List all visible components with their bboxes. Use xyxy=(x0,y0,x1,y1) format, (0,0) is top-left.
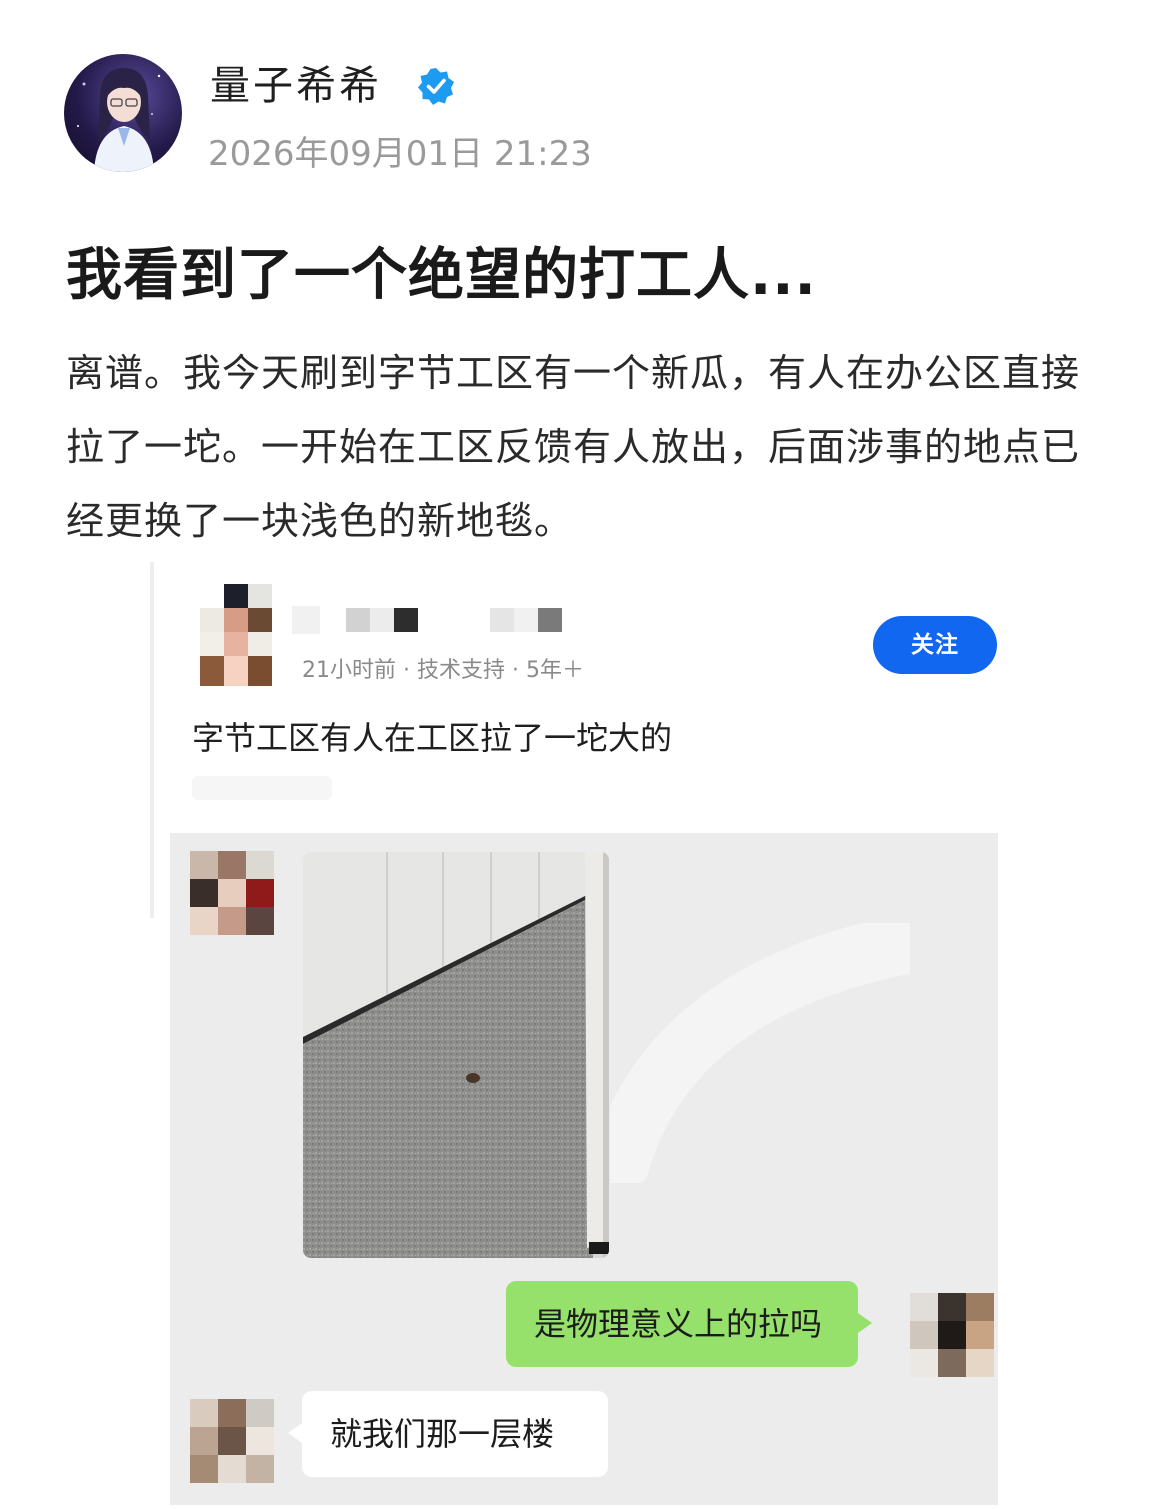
embed-post-text: 字节工区有人在工区拉了一坨大的 xyxy=(192,719,673,757)
post-body: 离谱。我今天刷到字节工区有一个新瓜，有人在办公区直接拉了一坨。一开始在工区反馈有… xyxy=(66,351,1081,543)
author-avatar[interactable] xyxy=(64,54,182,172)
embed-post-meta: 21小时前 · 技术支持 · 5年＋ xyxy=(302,658,584,683)
post-title: 我看到了一个绝望的打工人... xyxy=(66,243,817,308)
embed-divider xyxy=(150,562,154,918)
post-timestamp: 2026年09月01日 21:23 xyxy=(208,134,592,174)
verified-badge-icon xyxy=(418,68,454,105)
embed-blurred-line xyxy=(192,776,332,800)
chat-message-right: 是物理意义上的拉吗 xyxy=(506,1281,872,1367)
chat-photo-office-floor[interactable] xyxy=(303,852,609,1258)
follow-button[interactable]: 关注 xyxy=(873,616,997,674)
chat-screenshot: 是物理意义上的拉吗 就我们那一层楼 xyxy=(170,833,998,1505)
chat-message-left: 就我们那一层楼 xyxy=(288,1391,608,1477)
chat-avatar-left-2 xyxy=(190,1399,276,1485)
chat-avatar-left-1 xyxy=(190,851,276,935)
chat-avatar-right xyxy=(910,1293,996,1377)
embed-username-blurred xyxy=(292,606,572,634)
image-smudge xyxy=(610,923,910,1183)
author-name[interactable]: 量子希希 xyxy=(210,58,382,114)
embed-user-avatar xyxy=(200,584,276,688)
